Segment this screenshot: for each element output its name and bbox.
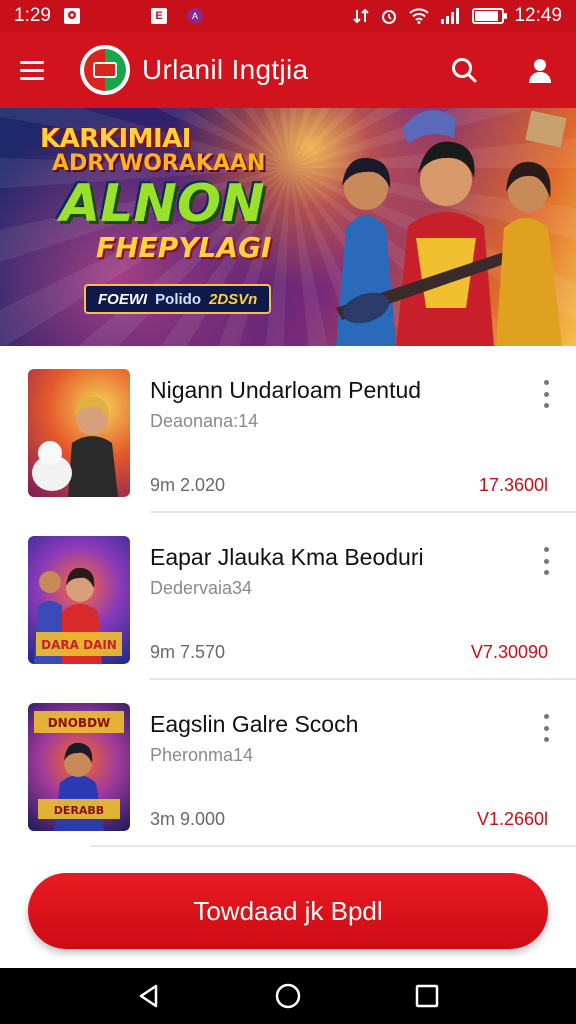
- data-arrows-icon: [352, 7, 370, 25]
- product-list: Nigann Undarloam Pentud Deaonana:14 9m 2…: [0, 346, 576, 847]
- back-icon[interactable]: [129, 976, 169, 1016]
- banner-line-2: ADRYWORAKAAN: [52, 151, 266, 176]
- banner-line-3: ALNON: [60, 174, 265, 234]
- alarm-icon: [380, 7, 398, 25]
- notification-avatar-icon: A: [186, 8, 203, 24]
- banner-headline: KARKIMIAI ADRYWORAKAAN ALNON FHEPYLAGI: [40, 126, 340, 264]
- app-logo: [80, 45, 130, 95]
- item-meta: 3m 9.000: [150, 809, 226, 829]
- banner-line-1: KARKIMIAI: [40, 124, 191, 154]
- signal-icon: [440, 7, 462, 25]
- more-options-icon[interactable]: [540, 714, 552, 742]
- item-subtitle: Dedervaia34: [150, 578, 253, 598]
- svg-text:DARA DAIN: DARA DAIN: [41, 638, 117, 652]
- app-bar: Urlanil Ingtjia: [0, 32, 576, 108]
- item-title: Nigann Undarloam Pentud: [150, 377, 422, 403]
- system-nav-bar: [0, 968, 576, 1024]
- item-subtitle: Pheronma14: [150, 745, 254, 765]
- app-bar-actions: [448, 54, 556, 86]
- divider: [90, 845, 576, 847]
- item-subtitle: Deaonana:14: [150, 411, 259, 431]
- banner-pill: FOEWI Polido 2DSVn: [84, 284, 272, 314]
- item-title: Eagslin Galre Scoch: [150, 711, 359, 737]
- svg-text:DERABB: DERABB: [54, 804, 104, 817]
- app-title: Urlanil Ingtjia: [142, 54, 309, 85]
- notification-app-icon: E: [150, 8, 167, 24]
- wifi-icon: [408, 7, 430, 25]
- status-right: 12:49: [352, 5, 562, 27]
- promo-banner[interactable]: KARKIMIAI ADRYWORAKAAN ALNON FHEPYLAGI F…: [0, 108, 576, 346]
- banner-line-4: FHEPYLAGI: [96, 231, 272, 264]
- item-price: V7.30090: [470, 642, 548, 662]
- banner-pill-c: 2DSVn: [209, 290, 258, 308]
- battery-icon: [472, 8, 508, 24]
- item-title: Eapar Jlauka Kma Beoduri: [150, 544, 424, 570]
- profile-icon[interactable]: [524, 54, 556, 86]
- menu-icon[interactable]: [20, 52, 56, 88]
- download-button[interactable]: Towdaad jk Bpdl: [28, 873, 548, 949]
- banner-heroes-illustration: [336, 110, 567, 346]
- status-time: 1:29: [14, 5, 51, 26]
- more-options-icon[interactable]: [540, 380, 552, 408]
- banner-pill-b: Polido: [155, 290, 201, 308]
- status-left: 1:29: [14, 5, 81, 27]
- notification-pin-icon: [63, 7, 81, 25]
- item-thumbnail: DNOBDW DERABB: [28, 703, 130, 831]
- list-item[interactable]: DNOBDW DERABB Eagslin Galre Scoch Pheron…: [0, 680, 576, 847]
- item-thumbnail: [28, 369, 130, 497]
- item-price: 17.3600l: [478, 475, 548, 495]
- svg-text:DNOBDW: DNOBDW: [48, 716, 111, 730]
- status-time-right: 12:49: [514, 5, 562, 26]
- home-icon[interactable]: [268, 976, 308, 1016]
- status-bar: 1:29 E A 12:49: [0, 0, 576, 32]
- item-thumbnail: DARA DAIN: [28, 536, 130, 664]
- item-meta: 9m 7.570: [150, 642, 226, 662]
- banner-pill-a: FOEWI: [98, 290, 148, 308]
- item-price: V1.2660l: [476, 809, 548, 829]
- recents-icon[interactable]: [407, 976, 447, 1016]
- list-item[interactable]: Nigann Undarloam Pentud Deaonana:14 9m 2…: [0, 346, 576, 513]
- item-meta: 9m 2.020: [150, 475, 226, 495]
- more-options-icon[interactable]: [540, 547, 552, 575]
- list-item[interactable]: DARA DAIN Eapar Jlauka Kma Beoduri Deder…: [0, 513, 576, 680]
- search-icon[interactable]: [448, 54, 480, 86]
